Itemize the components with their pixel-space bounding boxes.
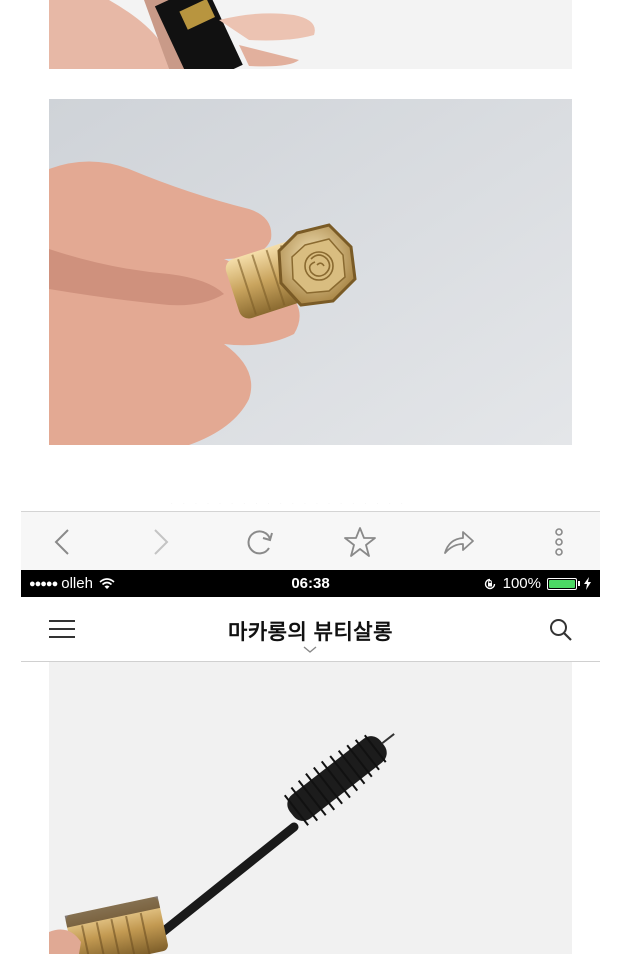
chevron-left-icon — [54, 529, 69, 555]
reload-button[interactable] — [243, 525, 277, 559]
status-bar: ●●●●● olleh 06:38 100% — [21, 570, 600, 597]
more-button[interactable] — [542, 525, 576, 559]
browser-toolbar — [21, 511, 600, 571]
chevron-down-icon[interactable] — [302, 645, 318, 655]
charging-bolt-icon — [584, 577, 591, 590]
battery-percent: 100% — [502, 575, 541, 592]
chevron-right-icon — [154, 529, 169, 555]
orientation-lock-icon — [484, 578, 495, 589]
post-photo-bottom — [49, 662, 572, 954]
reload-icon — [247, 530, 273, 555]
post-photo-top — [49, 0, 572, 69]
faint-caption-text: · · · · · · · · · · · · · · · · · · · · — [170, 500, 407, 510]
battery-icon — [547, 577, 577, 590]
search-icon — [550, 619, 572, 641]
app-header: 마카롱의 뷰티살롱 — [21, 597, 600, 662]
blog-title[interactable]: 마카롱의 뷰티살롱 — [21, 616, 600, 646]
post-photo-middle — [49, 99, 572, 445]
status-right: 100% — [483, 575, 592, 592]
star-icon — [344, 527, 376, 557]
share-button[interactable] — [442, 525, 476, 559]
search-button[interactable] — [548, 617, 574, 643]
share-arrow-icon — [444, 531, 474, 554]
battery-fill — [549, 579, 575, 588]
forward-button[interactable] — [144, 525, 178, 559]
bookmark-button[interactable] — [343, 525, 377, 559]
more-vertical-icon — [555, 528, 563, 556]
back-button[interactable] — [45, 525, 79, 559]
